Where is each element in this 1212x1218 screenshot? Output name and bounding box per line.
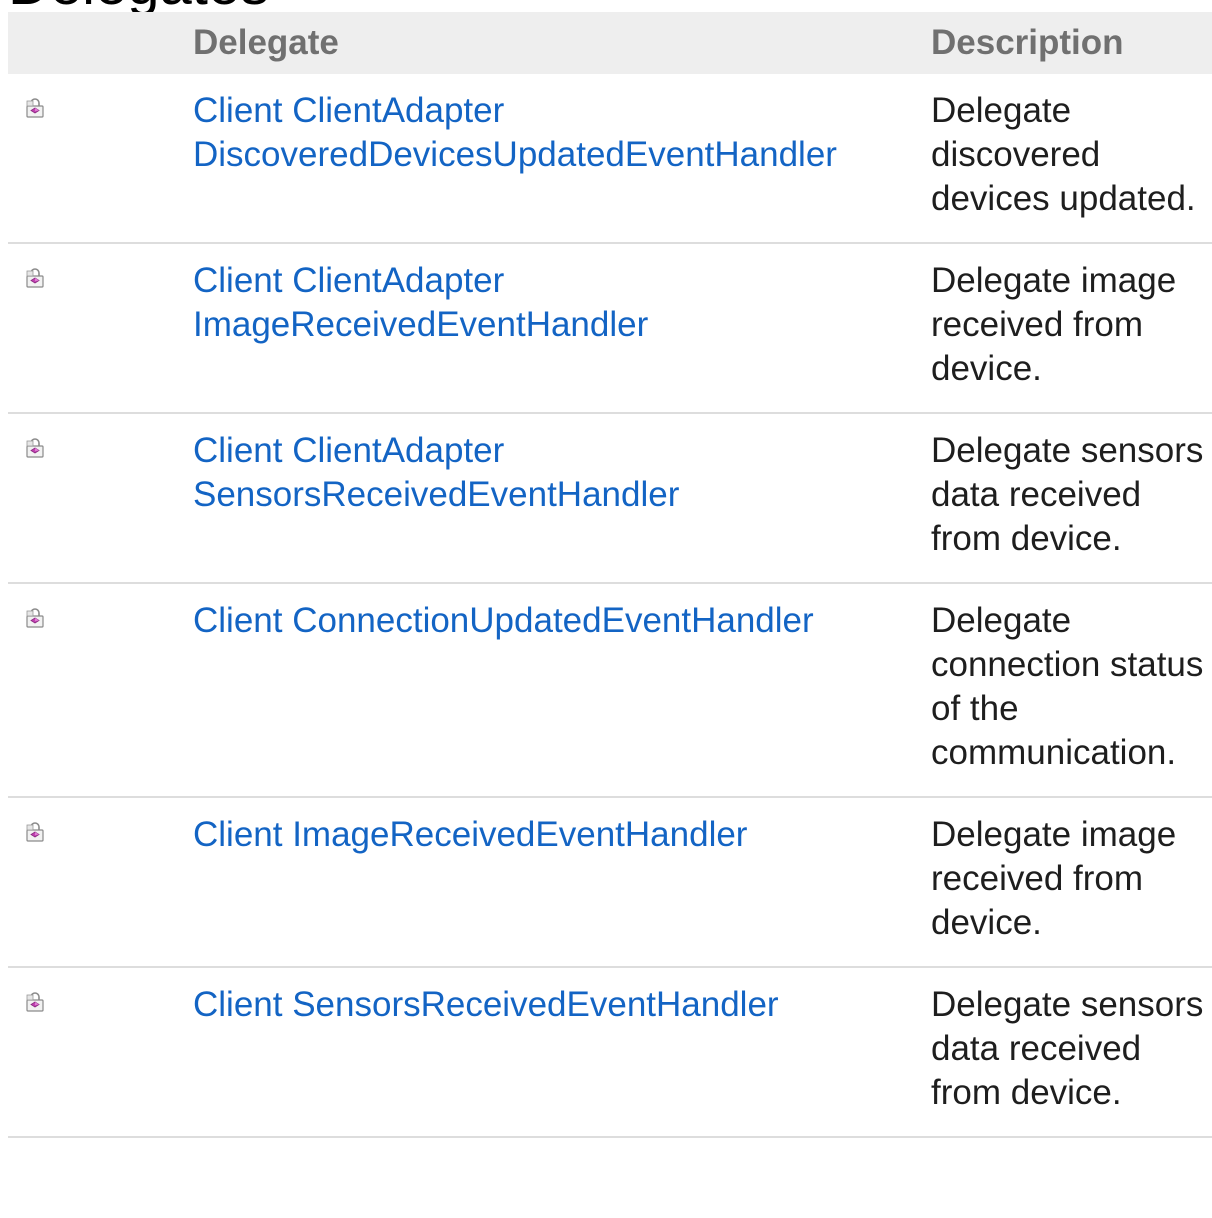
- delegate-description: Delegate image received from device.: [931, 815, 1177, 942]
- delegate-description: Delegate discovered devices updated.: [931, 91, 1196, 218]
- delegate-link-line1: Client SensorsReceivedEventHandler: [193, 985, 779, 1024]
- delegate-link-line2: DiscoveredDevicesUpdatedEventHandler: [193, 135, 837, 174]
- delegate-link[interactable]: Client SensorsReceivedEventHandler: [193, 983, 914, 1027]
- delegate-link-line1: Client ClientAdapter: [193, 431, 505, 470]
- delegate-description: Delegate image received from device.: [931, 261, 1177, 388]
- public-delegate-icon: [24, 426, 46, 458]
- icon-cell: [8, 74, 176, 243]
- public-delegate-icon: [24, 810, 46, 842]
- delegate-link-line1: Client ImageReceivedEventHandler: [193, 815, 748, 854]
- icon-cell: [8, 243, 176, 413]
- delegate-link[interactable]: Client ConnectionUpdatedEventHandler: [193, 599, 914, 643]
- table-row: Client ClientAdapter DiscoveredDevicesUpd…: [8, 74, 1212, 243]
- public-delegate-icon: [24, 256, 46, 288]
- icon-cell: [8, 413, 176, 583]
- public-delegate-icon: [24, 980, 46, 1012]
- delegate-link-line1: Client ConnectionUpdatedEventHandler: [193, 601, 814, 640]
- delegate-link[interactable]: Client ClientAdapter DiscoveredDevicesUpd…: [193, 89, 914, 177]
- table-row: Client ClientAdapter SensorsReceivedEvent…: [8, 413, 1212, 583]
- delegate-name-cell: Client ClientAdapter SensorsReceivedEvent…: [176, 413, 914, 583]
- header-icon-column: [8, 12, 176, 74]
- delegates-table: Delegate Description Client ClientAdapte…: [8, 12, 1212, 1138]
- icon-cell: [8, 967, 176, 1137]
- delegate-description: Delegate connection status of the commun…: [931, 601, 1204, 772]
- delegate-name-cell: Client SensorsReceivedEventHandler: [176, 967, 914, 1137]
- table-header-row: Delegate Description: [8, 12, 1212, 74]
- delegate-link[interactable]: Client ClientAdapter ImageReceivedEventHa…: [193, 259, 914, 347]
- delegate-link-line1: Client ClientAdapter: [193, 261, 505, 300]
- table-row: Client SensorsReceivedEventHandler Deleg…: [8, 967, 1212, 1137]
- icon-cell: [8, 583, 176, 797]
- delegate-link[interactable]: Client ClientAdapter SensorsReceivedEvent…: [193, 429, 914, 517]
- delegate-description: Delegate sensors data received from devi…: [931, 985, 1204, 1112]
- delegate-link[interactable]: Client ImageReceivedEventHandler: [193, 813, 914, 857]
- public-delegate-icon: [24, 86, 46, 118]
- delegates-page: Delegates Delegate Description: [0, 0, 1212, 1218]
- icon-cell: [8, 797, 176, 967]
- delegate-name-cell: Client ClientAdapter DiscoveredDevicesUpd…: [176, 74, 914, 243]
- table-row: Client ImageReceivedEventHandler Delegat…: [8, 797, 1212, 967]
- delegate-link-line2: SensorsReceivedEventHandler: [193, 475, 680, 514]
- delegate-name-cell: Client ClientAdapter ImageReceivedEventHa…: [176, 243, 914, 413]
- public-delegate-icon: [24, 596, 46, 628]
- delegate-link-line2: ImageReceivedEventHandler: [193, 305, 649, 344]
- delegate-name-cell: Client ImageReceivedEventHandler: [176, 797, 914, 967]
- table-row: Client ClientAdapter ImageReceivedEventHa…: [8, 243, 1212, 413]
- header-delegate: Delegate: [193, 23, 339, 62]
- delegate-description: Delegate sensors data received from devi…: [931, 431, 1204, 558]
- header-description: Description: [931, 23, 1124, 62]
- delegate-link-line1: Client ClientAdapter: [193, 91, 505, 130]
- delegate-name-cell: Client ConnectionUpdatedEventHandler: [176, 583, 914, 797]
- table-row: Client ConnectionUpdatedEventHandler Del…: [8, 583, 1212, 797]
